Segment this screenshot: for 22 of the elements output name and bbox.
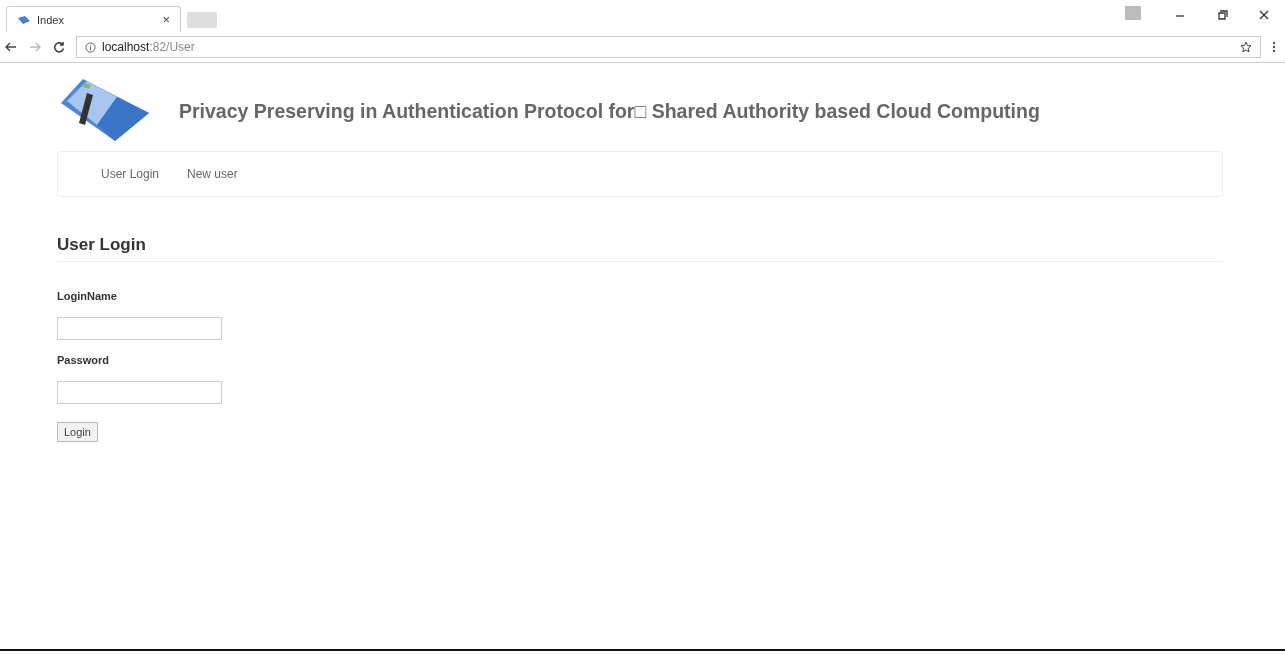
field-label: Password xyxy=(57,354,109,366)
star-icon[interactable] xyxy=(1240,41,1252,53)
section-heading: User Login xyxy=(57,235,1223,262)
nav-link[interactable]: New user xyxy=(187,167,238,181)
address-bar[interactable]: localhost:82/User xyxy=(76,36,1261,58)
menu-icon[interactable] xyxy=(1271,40,1277,54)
input-field[interactable] xyxy=(57,317,222,340)
browser-tab[interactable]: Index × xyxy=(6,6,181,32)
close-tab-button[interactable]: × xyxy=(162,12,170,27)
back-icon[interactable] xyxy=(4,40,18,54)
field-label: LoginName xyxy=(57,290,117,302)
reload-icon[interactable] xyxy=(52,40,66,54)
login-button[interactable]: Login xyxy=(57,422,98,442)
site-title: Privacy Preserving in Authentication Protocol for□ Shared Authority based Cloud Computing xyxy=(179,99,1040,123)
info-icon xyxy=(85,41,96,53)
restore-icon[interactable] xyxy=(1215,8,1229,22)
url-text: localhost:82/User xyxy=(102,40,195,54)
close-icon[interactable] xyxy=(1257,8,1271,22)
folder-icon xyxy=(17,14,31,25)
input-field[interactable] xyxy=(57,381,222,404)
nav-link[interactable]: User Login xyxy=(101,167,160,181)
tab-title: Index xyxy=(37,13,64,26)
